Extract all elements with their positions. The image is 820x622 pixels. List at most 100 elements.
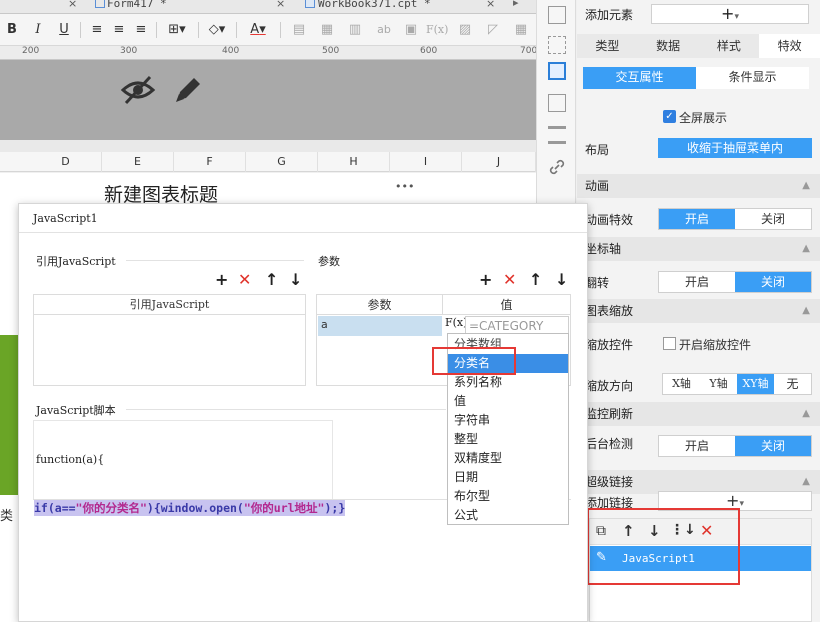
dropdown-option[interactable]: 系列名称 (448, 373, 568, 392)
text-cell-button[interactable]: ab (374, 20, 394, 40)
effects-subtabs: 交互属性 条件显示 (583, 67, 809, 89)
image-icon[interactable]: ▣ (402, 20, 420, 40)
tab-scroll-icon[interactable]: ▸ (513, 0, 519, 9)
section-title: 超级链接 (585, 475, 634, 489)
code-string: "你的url地址" (243, 501, 325, 515)
section-animation[interactable]: 动画 ▲ (577, 174, 820, 198)
dropdown-option[interactable]: 整型 (448, 430, 568, 449)
merge-icon[interactable]: ▤ (290, 20, 308, 40)
column-d[interactable]: D (30, 152, 102, 172)
subtab-condition[interactable]: 条件显示 (696, 67, 809, 89)
slash-cell-icon[interactable]: ◸ (484, 20, 502, 40)
dropdown-option[interactable]: 日期 (448, 468, 568, 487)
section-axis[interactable]: 坐标轴 ▲ (577, 237, 820, 261)
code-token: );} (324, 501, 346, 515)
dropdown-option[interactable]: 布尔型 (448, 487, 568, 506)
section-title: 图表缩放 (585, 304, 634, 318)
align-left-icon[interactable]: ≡ (88, 20, 106, 40)
tab-label: WorkBook371.cpt * (318, 0, 431, 10)
section-monitor[interactable]: 监控刷新 ▲ (577, 402, 820, 426)
move-up-ref-button[interactable]: ↑ (265, 272, 278, 288)
insert-row-icon[interactable]: ▥ (346, 20, 364, 40)
add-ref-button[interactable]: + (215, 272, 228, 288)
delete-ref-button[interactable]: ✕ (238, 272, 251, 288)
column-j[interactable]: J (462, 152, 536, 172)
param-row-name[interactable]: a (318, 316, 442, 336)
dir-xy-option[interactable]: XY轴 (737, 374, 774, 394)
tab-label: Form417 * (107, 0, 167, 10)
more-options-icon[interactable]: ••• (395, 180, 414, 193)
split-icon[interactable]: ▦ (318, 20, 336, 40)
align-right-icon[interactable]: ≡ (132, 20, 150, 40)
column-g[interactable]: G (246, 152, 318, 172)
fill-color-icon[interactable]: ◇▾ (204, 20, 230, 40)
tab-workbook371[interactable]: WorkBook371.cpt * (305, 0, 431, 13)
rail-layout-icon[interactable] (548, 36, 566, 54)
flip-off-option[interactable]: 关闭 (735, 272, 811, 292)
dir-x-option[interactable]: X轴 (663, 374, 700, 394)
anim-on-option[interactable]: 开启 (659, 209, 735, 229)
bg-off-option[interactable]: 关闭 (735, 436, 811, 456)
font-color-label: A (250, 22, 260, 37)
more-tools-icon[interactable]: ▦ (512, 20, 530, 40)
section-title: 监控刷新 (585, 407, 634, 421)
align-center-icon[interactable]: ≡ (110, 20, 128, 40)
tab-data[interactable]: 数据 (638, 34, 699, 58)
edit-pencil-icon[interactable] (172, 74, 204, 106)
dropdown-option[interactable]: 字符串 (448, 411, 568, 430)
ref-group-title: 引用JavaScript (36, 255, 116, 268)
fullscreen-checkbox[interactable]: ✓ (663, 110, 676, 123)
rail-list-icon[interactable] (548, 126, 566, 144)
dropdown-option[interactable]: 公式 (448, 506, 568, 525)
add-element-button[interactable]: +▾ (651, 4, 809, 24)
highlight-box (432, 347, 516, 375)
code-token: if(a== (34, 501, 76, 515)
format-toolbar: B I U ≡ ≡ ≡ ⊞▾ ◇▾ A▾ ▤ ▦ ▥ ab ▣ F(x) ▨ ◸… (0, 14, 536, 46)
layout-select[interactable]: 收缩于抽屉菜单内 (658, 138, 812, 158)
collapse-icon: ▲ (802, 408, 810, 419)
column-h[interactable]: H (318, 152, 390, 172)
collapse-icon: ▲ (802, 243, 810, 254)
dropdown-option[interactable]: 双精度型 (448, 449, 568, 468)
hide-eye-icon[interactable] (120, 74, 156, 106)
column-i[interactable]: I (390, 152, 462, 172)
move-down-ref-button[interactable]: ↓ (289, 272, 302, 288)
flip-label: 翻转 (585, 276, 610, 290)
rail-widget-icon[interactable] (548, 6, 566, 24)
italic-button[interactable]: I (30, 20, 46, 40)
anim-off-option[interactable]: 关闭 (735, 209, 811, 229)
close-icon[interactable]: × (276, 0, 286, 10)
column-e[interactable]: E (102, 152, 174, 172)
delete-param-button[interactable]: ✕ (503, 272, 516, 288)
zoom-enable-checkbox[interactable] (663, 337, 676, 350)
rail-selected-frame-icon[interactable] (548, 62, 566, 80)
dropdown-option[interactable]: 值 (448, 392, 568, 411)
chart-icon[interactable]: ▨ (456, 20, 474, 40)
bg-on-option[interactable]: 开启 (659, 436, 735, 456)
font-color-button[interactable]: A▾ (244, 20, 272, 40)
formula-button[interactable]: F(x) (426, 20, 448, 40)
rail-panel-icon[interactable] (548, 94, 566, 112)
element-overlay-band (0, 60, 536, 140)
underline-button[interactable]: U (56, 20, 72, 40)
param-group-title: 参数 (318, 255, 340, 268)
subtab-interaction[interactable]: 交互属性 (583, 67, 696, 89)
flip-on-option[interactable]: 开启 (659, 272, 735, 292)
zoom-enable-label: 开启缩放控件 (679, 338, 752, 352)
dir-y-option[interactable]: Y轴 (700, 374, 737, 394)
close-icon[interactable]: × (68, 0, 78, 10)
border-icon[interactable]: ⊞▾ (162, 20, 192, 40)
add-param-button[interactable]: + (479, 272, 492, 288)
tab-form417[interactable]: Form417 * (95, 0, 167, 13)
rail-link-icon[interactable] (548, 158, 566, 176)
section-zoom[interactable]: 图表缩放 ▲ (577, 299, 820, 323)
bold-button[interactable]: B (4, 20, 20, 40)
move-up-param-button[interactable]: ↑ (529, 272, 542, 288)
dir-none-option[interactable]: 无 (774, 374, 811, 394)
move-down-param-button[interactable]: ↓ (555, 272, 568, 288)
column-f[interactable]: F (174, 152, 246, 172)
tab-effects[interactable]: 特效 (759, 34, 820, 58)
tab-style[interactable]: 样式 (699, 34, 760, 58)
close-icon[interactable]: × (486, 0, 496, 10)
tab-type[interactable]: 类型 (577, 34, 638, 58)
